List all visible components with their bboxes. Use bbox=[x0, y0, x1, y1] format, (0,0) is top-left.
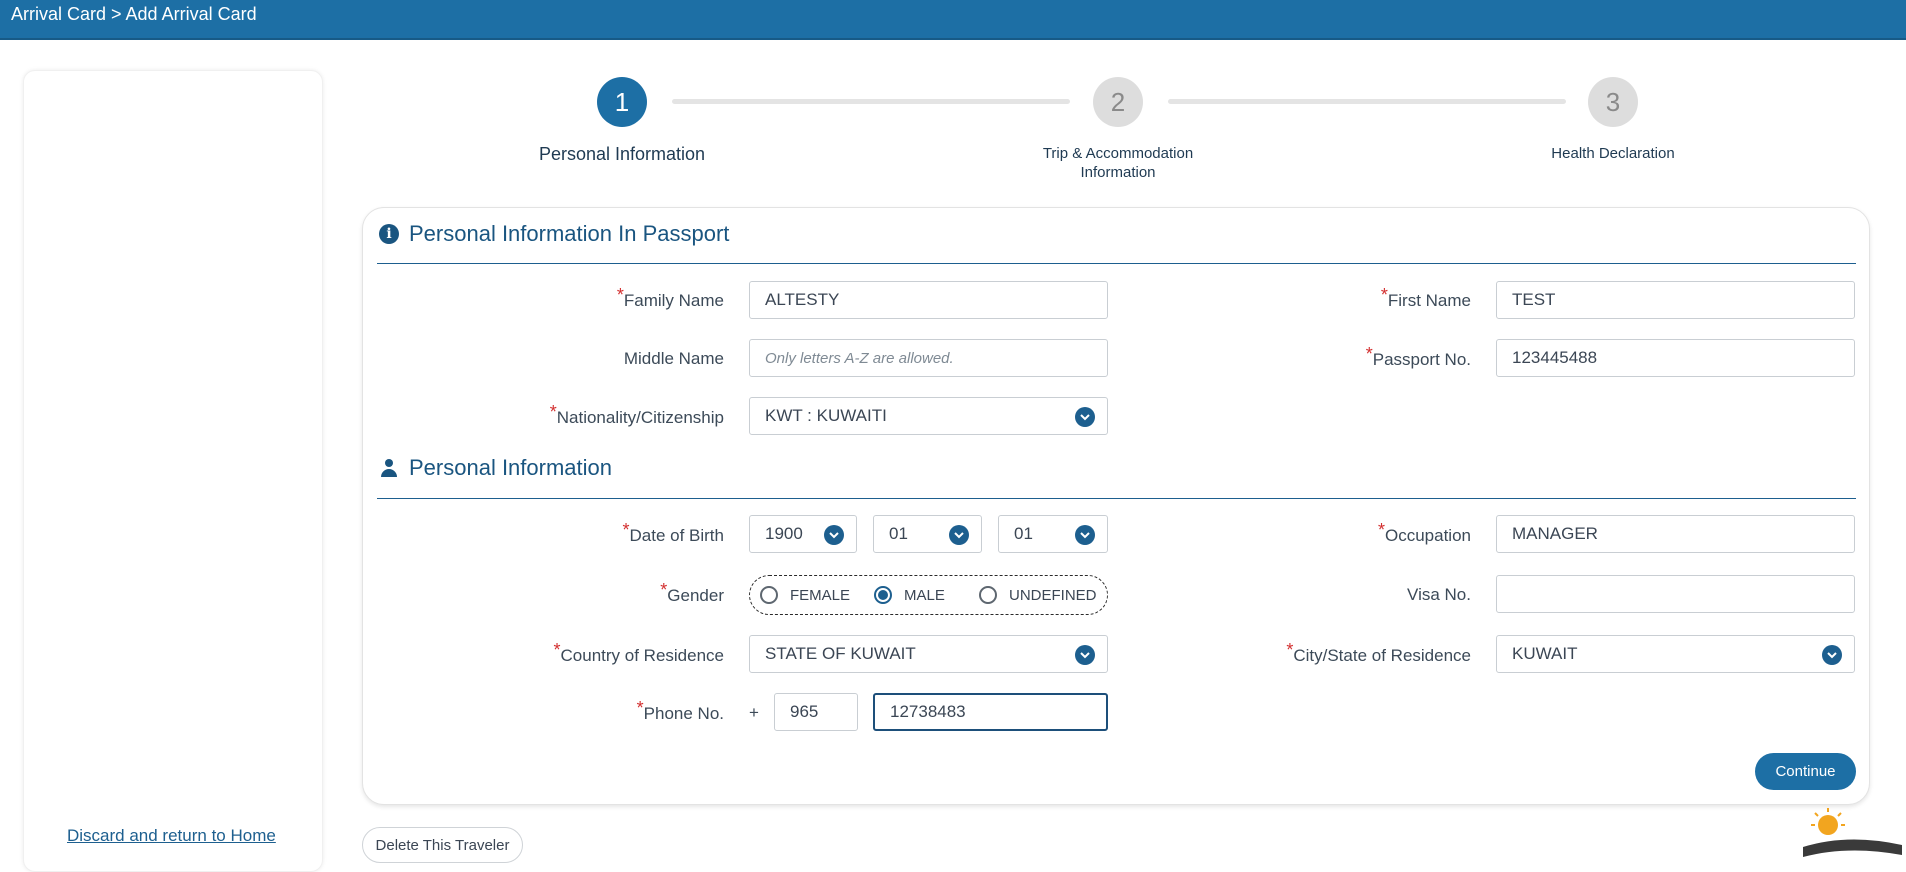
gender-label-text: Gender bbox=[667, 586, 724, 605]
country-of-residence-select[interactable]: STATE OF KUWAIT bbox=[749, 635, 1108, 673]
nationality-select[interactable]: KWT : KUWAITI bbox=[749, 397, 1108, 435]
person-icon bbox=[379, 458, 399, 478]
birth-month-select[interactable]: 01 bbox=[873, 515, 982, 553]
passport-no-field[interactable]: 123445488 bbox=[1496, 339, 1855, 377]
birth-year-value: 1900 bbox=[765, 524, 803, 543]
chevron-down-icon bbox=[949, 525, 969, 545]
personal-section-title-text: Personal Information bbox=[409, 455, 612, 480]
discard-and-return-home-link[interactable]: Discard and return to Home bbox=[67, 826, 276, 846]
family-name-field[interactable]: ALTESTY bbox=[749, 281, 1108, 319]
gender-option-undefined[interactable]: UNDEFINED bbox=[979, 586, 1097, 604]
gender-label: *Gender bbox=[660, 580, 724, 606]
required-marker: * bbox=[622, 520, 630, 540]
gender-radio-group: FEMALE MALE UNDEFINED bbox=[749, 575, 1108, 615]
city-of-residence-select[interactable]: KUWAIT bbox=[1496, 635, 1855, 673]
phone-number-field[interactable]: 12738483 bbox=[873, 693, 1108, 731]
step-3-label: Health Declaration bbox=[1551, 145, 1675, 162]
phone-no-label: *Phone No. bbox=[637, 698, 724, 724]
step-2-circle[interactable]: 2 bbox=[1093, 77, 1143, 127]
sun-logo-icon bbox=[1803, 808, 1902, 857]
gender-male-label: MALE bbox=[904, 586, 945, 604]
sidebar bbox=[23, 70, 323, 872]
city-of-residence-label-text: City/State of Residence bbox=[1293, 646, 1471, 665]
step-1-circle[interactable]: 1 bbox=[597, 77, 647, 127]
city-of-residence-value: KUWAIT bbox=[1512, 644, 1578, 663]
gender-undefined-label: UNDEFINED bbox=[1009, 586, 1097, 604]
step-2-label: Trip & Accommodation Information bbox=[1008, 144, 1228, 182]
city-of-residence-label: *City/State of Residence bbox=[1286, 640, 1471, 666]
date-of-birth-label: *Date of Birth bbox=[622, 520, 725, 546]
breadcrumb: Arrival Card > Add Arrival Card bbox=[11, 4, 257, 24]
personal-section-title: Personal Information bbox=[379, 455, 612, 481]
step-connector-2-3 bbox=[1168, 99, 1566, 104]
occupation-label-text: Occupation bbox=[1385, 526, 1471, 545]
required-marker: * bbox=[616, 285, 624, 305]
country-of-residence-label: *Country of Residence bbox=[554, 640, 725, 666]
middle-name-label-text: Middle Name bbox=[623, 349, 724, 368]
step-3-circle[interactable]: 3 bbox=[1588, 77, 1638, 127]
chevron-down-icon bbox=[1822, 645, 1842, 665]
required-marker: * bbox=[660, 580, 668, 600]
step-2-label-line1: Trip & Accommodation bbox=[1042, 145, 1194, 162]
chevron-down-icon bbox=[1075, 407, 1095, 427]
info-icon: i bbox=[379, 224, 399, 244]
family-name-label-text: Family Name bbox=[623, 291, 724, 310]
required-marker: * bbox=[1286, 640, 1294, 660]
passport-section-title: i Personal Information In Passport bbox=[379, 221, 729, 247]
required-marker: * bbox=[549, 402, 557, 422]
required-marker: * bbox=[1377, 520, 1385, 540]
visa-no-label-text: Visa No. bbox=[1407, 585, 1471, 604]
country-of-residence-value: STATE OF KUWAIT bbox=[765, 644, 916, 663]
step-connector-1-2 bbox=[672, 99, 1070, 104]
phone-plus-sign: + bbox=[749, 703, 759, 722]
required-marker: * bbox=[1380, 285, 1388, 305]
required-marker: * bbox=[636, 698, 644, 718]
passport-section-title-text: Personal Information In Passport bbox=[409, 221, 730, 246]
required-marker: * bbox=[553, 640, 561, 660]
continue-button[interactable]: Continue bbox=[1755, 753, 1856, 790]
occupation-field[interactable]: MANAGER bbox=[1496, 515, 1855, 553]
step-2-label-line2: Information bbox=[1080, 164, 1156, 181]
gender-option-male[interactable]: MALE bbox=[874, 586, 945, 604]
required-marker: * bbox=[1365, 344, 1373, 364]
birth-day-value: 01 bbox=[1014, 524, 1033, 543]
phone-no-label-text: Phone No. bbox=[643, 704, 724, 723]
delete-traveler-button[interactable]: Delete This Traveler bbox=[362, 827, 523, 863]
chevron-down-icon bbox=[1075, 525, 1095, 545]
birth-month-value: 01 bbox=[889, 524, 908, 543]
radio-male[interactable] bbox=[874, 586, 892, 604]
top-bar: Arrival Card > Add Arrival Card bbox=[0, 0, 1906, 40]
personal-section-divider bbox=[377, 498, 1856, 499]
nationality-label-text: Nationality/Citizenship bbox=[556, 408, 724, 427]
first-name-label-text: First Name bbox=[1387, 291, 1471, 310]
passport-section-divider bbox=[377, 263, 1856, 264]
family-name-label: *Family Name bbox=[617, 285, 724, 311]
visa-no-field[interactable] bbox=[1496, 575, 1855, 613]
gender-female-label: FEMALE bbox=[790, 586, 851, 604]
birth-day-select[interactable]: 01 bbox=[998, 515, 1108, 553]
passport-no-label: *Passport No. bbox=[1366, 344, 1471, 370]
first-name-label: *First Name bbox=[1381, 285, 1471, 311]
gender-option-female[interactable]: FEMALE bbox=[760, 586, 850, 604]
visa-no-label: Visa No. bbox=[1407, 585, 1471, 605]
radio-undefined[interactable] bbox=[979, 586, 997, 604]
nationality-value: KWT : KUWAITI bbox=[765, 406, 887, 425]
chevron-down-icon bbox=[1075, 645, 1095, 665]
chevron-down-icon bbox=[824, 525, 844, 545]
watermark-logo bbox=[1798, 805, 1906, 865]
date-of-birth-label-text: Date of Birth bbox=[629, 526, 725, 545]
country-of-residence-label-text: Country of Residence bbox=[560, 646, 724, 665]
middle-name-field[interactable]: Only letters A-Z are allowed. bbox=[749, 339, 1108, 377]
nationality-label: *Nationality/Citizenship bbox=[550, 402, 724, 428]
birth-year-select[interactable]: 1900 bbox=[749, 515, 857, 553]
step-1-label: Personal Information bbox=[538, 144, 706, 164]
middle-name-label: Middle Name bbox=[624, 349, 724, 369]
first-name-field[interactable]: TEST bbox=[1496, 281, 1855, 319]
occupation-label: *Occupation bbox=[1378, 520, 1471, 546]
passport-no-label-text: Passport No. bbox=[1372, 350, 1471, 369]
radio-female[interactable] bbox=[760, 586, 778, 604]
phone-country-code-field[interactable]: 965 bbox=[774, 693, 858, 731]
